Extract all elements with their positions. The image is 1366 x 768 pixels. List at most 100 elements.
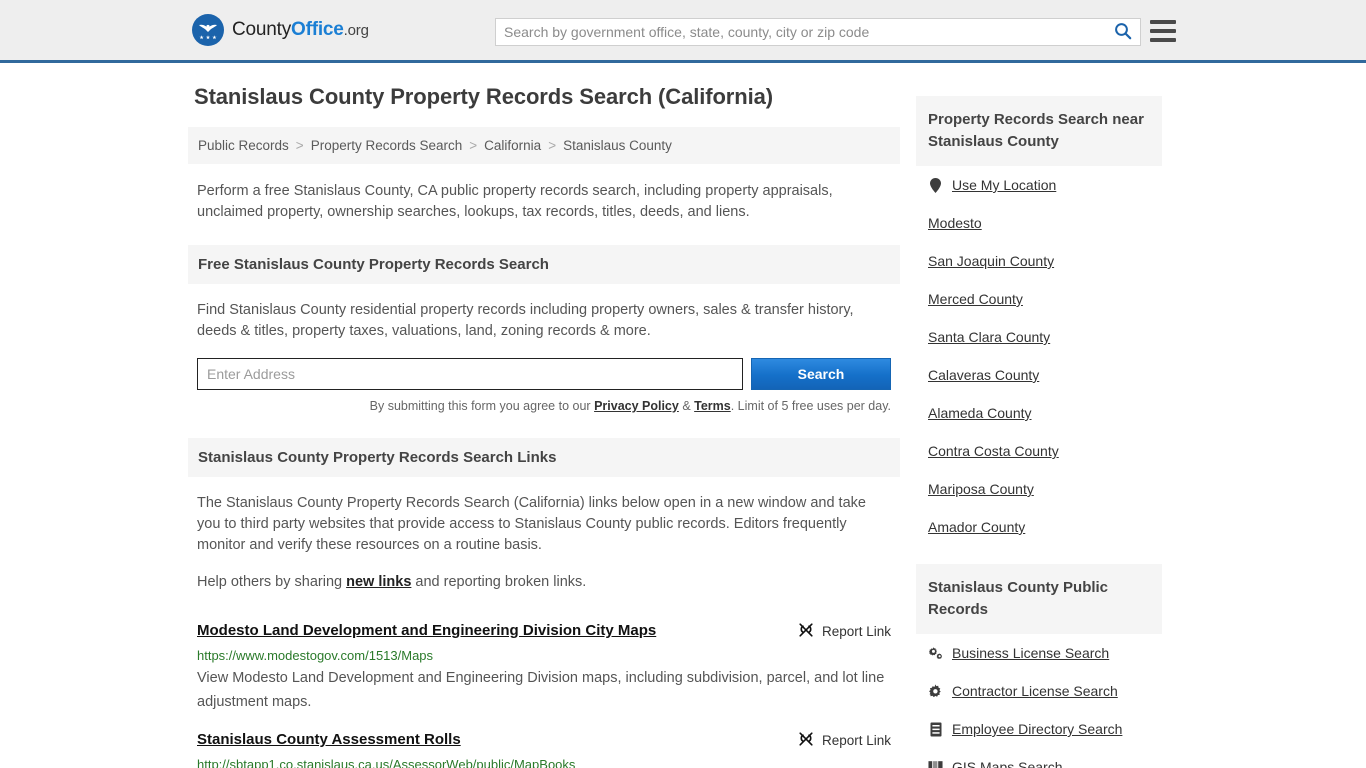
disclaimer-amp: & (678, 399, 695, 413)
search-button[interactable] (1106, 19, 1140, 45)
search-links-heading: Stanislaus County Property Records Searc… (188, 438, 900, 477)
list-document-icon (928, 722, 943, 737)
disclaimer-suffix: . Limit of 5 free uses per day. (730, 399, 891, 413)
sidebar-link[interactable]: Calaveras County (928, 367, 1039, 383)
eagle-shield-logo-icon (192, 14, 224, 46)
breadcrumb-item-property-records-search[interactable]: Property Records Search (311, 138, 463, 153)
sidebar-item-mariposa-county[interactable]: Mariposa County (928, 470, 1150, 508)
privacy-policy-link[interactable]: Privacy Policy (594, 399, 679, 413)
page-body: Stanislaus County Property Records Searc… (0, 63, 1366, 768)
sidebar-item-merced-county[interactable]: Merced County (928, 280, 1150, 318)
sidebar-item-contra-costa-county[interactable]: Contra Costa County (928, 432, 1150, 470)
sidebar-link[interactable]: Use My Location (952, 177, 1056, 193)
sidebar-item-gis-maps-search[interactable]: GIS Maps Search (928, 748, 1150, 768)
sidebar-link[interactable]: Amador County (928, 519, 1025, 535)
sidebar-public-records-heading: Stanislaus County Public Records (916, 564, 1162, 634)
breadcrumb: Public Records > Property Records Search… (188, 127, 900, 164)
help-suffix: and reporting broken links. (411, 574, 587, 590)
sidebar-link[interactable]: Alameda County (928, 405, 1032, 421)
sidebar-item-amador-county[interactable]: Amador County (928, 508, 1150, 546)
result-item: Modesto Land Development and Engineering… (197, 605, 891, 714)
sidebar: Property Records Search near Stanislaus … (916, 83, 1162, 768)
sidebar-nearby-list: Use My Location Modesto San Joaquin Coun… (916, 166, 1162, 546)
broken-link-icon (798, 622, 814, 641)
sidebar-item-use-my-location[interactable]: Use My Location (928, 166, 1150, 204)
report-link-label: Report Link (821, 733, 891, 748)
search-links-body: The Stanislaus County Property Records S… (188, 493, 900, 593)
breadcrumb-item-california[interactable]: California (484, 138, 541, 153)
hamburger-menu-icon[interactable] (1150, 20, 1176, 42)
main-content: Stanislaus County Property Records Searc… (188, 83, 916, 768)
help-prefix: Help others by sharing (197, 574, 347, 590)
hamburger-bar (1150, 38, 1176, 42)
result-url: http://sbtapp1.co.stanislaus.ca.us/Asses… (197, 757, 576, 768)
sidebar-item-san-joaquin-county[interactable]: San Joaquin County (928, 242, 1150, 280)
address-search-button[interactable]: Search (751, 358, 891, 390)
global-search-bar (495, 18, 1141, 46)
sidebar-link[interactable]: GIS Maps Search (952, 759, 1063, 768)
sidebar-link[interactable]: Merced County (928, 291, 1023, 307)
site-logo[interactable]: CountyOffice.org (192, 14, 369, 46)
search-icon (1114, 22, 1132, 43)
sidebar-item-business-license-search[interactable]: Business License Search (928, 634, 1150, 672)
logo-text-office: Office (291, 19, 344, 40)
address-input[interactable] (197, 358, 743, 390)
sidebar-item-santa-clara-county[interactable]: Santa Clara County (928, 318, 1150, 356)
breadcrumb-separator-icon: > (295, 138, 304, 153)
report-link-label: Report Link (821, 624, 891, 639)
sidebar-nearby-heading: Property Records Search near Stanislaus … (916, 96, 1162, 166)
sidebar-link[interactable]: Mariposa County (928, 481, 1034, 497)
breadcrumb-separator-icon: > (469, 138, 478, 153)
result-header: Stanislaus County Assessment Rolls Repor… (197, 731, 891, 750)
report-link-button[interactable]: Report Link (782, 731, 891, 750)
result-title-link[interactable]: Modesto Land Development and Engineering… (197, 622, 656, 639)
sidebar-public-records-list: Business License Search Contractor Licen… (916, 634, 1162, 768)
free-search-body: Find Stanislaus County residential prope… (188, 300, 900, 342)
result-header: Modesto Land Development and Engineering… (197, 622, 891, 641)
result-url: https://www.modestogov.com/1513/Maps (197, 648, 434, 663)
sidebar-item-contractor-license-search[interactable]: Contractor License Search (928, 672, 1150, 710)
page-intro-text: Perform a free Stanislaus County, CA pub… (197, 183, 833, 220)
page-title: Stanislaus County Property Records Searc… (194, 84, 773, 109)
disclaimer-prefix: By submitting this form you agree to our (369, 399, 595, 413)
broken-link-icon (798, 731, 814, 750)
sidebar-item-employee-directory-search[interactable]: Employee Directory Search (928, 710, 1150, 748)
sidebar-item-calaveras-county[interactable]: Calaveras County (928, 356, 1150, 394)
logo-text-county: County (232, 19, 292, 40)
breadcrumb-item-public-records[interactable]: Public Records (198, 138, 289, 153)
sidebar-link[interactable]: Business License Search (952, 645, 1109, 661)
sidebar-link[interactable]: Modesto (928, 215, 982, 231)
hamburger-bar (1150, 20, 1176, 24)
form-disclaimer: By submitting this form you agree to our… (188, 399, 891, 413)
sidebar-item-alameda-county[interactable]: Alameda County (928, 394, 1150, 432)
free-search-description: Find Stanislaus County residential prope… (197, 302, 854, 339)
logo-wordmark: CountyOffice.org (232, 19, 369, 41)
breadcrumb-separator-icon: > (548, 138, 557, 153)
gear-icon (928, 683, 943, 699)
address-search-form: Search (197, 358, 891, 390)
free-search-heading: Free Stanislaus County Property Records … (188, 245, 900, 284)
sidebar-public-records-block: Stanislaus County Public Records Busines… (916, 564, 1162, 768)
site-header: CountyOffice.org (0, 0, 1366, 63)
sidebar-link[interactable]: Employee Directory Search (952, 721, 1122, 737)
sidebar-link[interactable]: Contractor License Search (952, 683, 1118, 699)
new-links-link[interactable]: new links (346, 574, 411, 590)
search-input[interactable] (496, 19, 1106, 45)
hamburger-bar (1150, 29, 1176, 33)
breadcrumb-item-stanislaus-county[interactable]: Stanislaus County (563, 138, 672, 153)
sidebar-link[interactable]: Contra Costa County (928, 443, 1059, 459)
result-item: Stanislaus County Assessment Rolls Repor… (197, 714, 891, 768)
terms-link[interactable]: Terms (694, 399, 731, 413)
result-title-link[interactable]: Stanislaus County Assessment Rolls (197, 731, 461, 748)
sidebar-item-modesto[interactable]: Modesto (928, 204, 1150, 242)
report-link-button[interactable]: Report Link (782, 622, 891, 641)
result-description: View Modesto Land Development and Engine… (197, 670, 885, 710)
cogs-icon (928, 646, 943, 660)
sidebar-link[interactable]: San Joaquin County (928, 253, 1054, 269)
logo-text-org: .org (343, 22, 369, 39)
sidebar-link[interactable]: Santa Clara County (928, 329, 1050, 345)
search-links-paragraph: The Stanislaus County Property Records S… (197, 495, 866, 553)
map-pin-icon (928, 177, 943, 193)
map-book-icon (928, 760, 943, 768)
search-links-help: Help others by sharing new links and rep… (197, 572, 891, 593)
